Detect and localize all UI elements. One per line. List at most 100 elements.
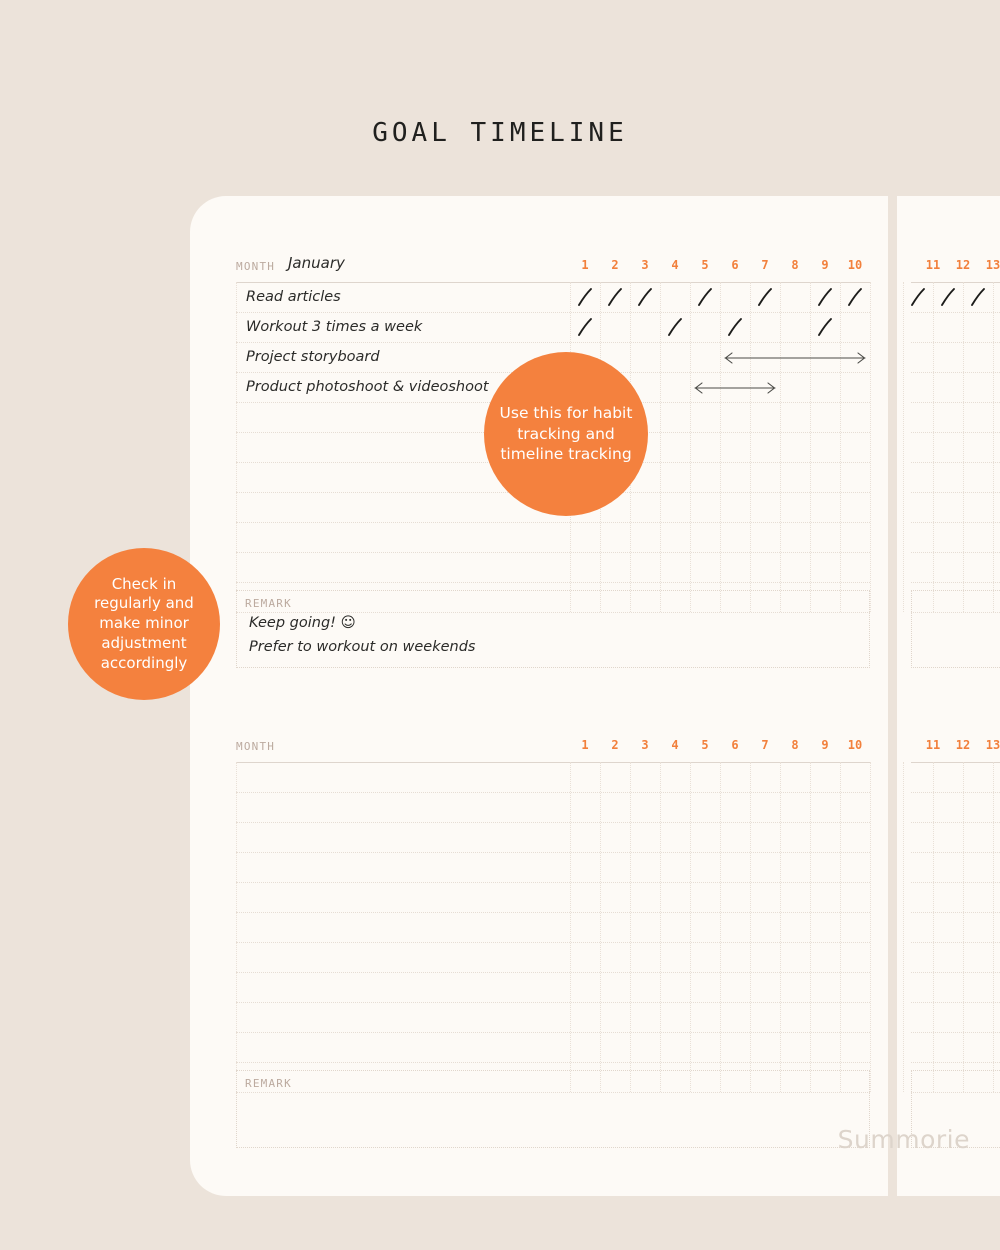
habit-tick-mark[interactable] xyxy=(606,286,624,308)
row-separator xyxy=(236,552,870,553)
column-separator xyxy=(993,762,994,1092)
day-number: 6 xyxy=(731,738,739,752)
row-separator xyxy=(911,972,1000,973)
row-separator xyxy=(911,1002,1000,1003)
column-separator xyxy=(933,762,934,1092)
column-separator xyxy=(630,762,631,1092)
habit-tick-mark[interactable] xyxy=(696,286,714,308)
brand-watermark: Summorie xyxy=(837,1125,970,1154)
row-separator xyxy=(911,942,1000,943)
day-number: 5 xyxy=(701,738,709,752)
row-separator xyxy=(911,1062,1000,1063)
header-rule-right-upper xyxy=(911,282,1000,283)
column-separator xyxy=(690,762,691,1092)
habit-tick-mark[interactable] xyxy=(726,316,744,338)
day-number: 11 xyxy=(925,258,941,272)
habit-tick-mark[interactable] xyxy=(816,286,834,308)
day-number: 3 xyxy=(641,258,649,272)
name-column-left-border xyxy=(236,762,237,1092)
column-separator xyxy=(750,282,751,612)
row-separator xyxy=(911,522,1000,523)
callout-bubble-checkin: Check in regularly and make minor adjust… xyxy=(68,548,220,700)
row-separator xyxy=(911,462,1000,463)
row-separator xyxy=(911,882,1000,883)
day-number: 4 xyxy=(671,258,679,272)
row-separator xyxy=(911,582,1000,583)
day-number: 1 xyxy=(581,738,589,752)
column-separator xyxy=(690,282,691,612)
row-separator xyxy=(911,372,1000,373)
callout-bubble-checkin-text: Check in regularly and make minor adjust… xyxy=(94,574,194,672)
column-separator xyxy=(660,282,661,612)
column-separator xyxy=(933,282,934,612)
day-number: 2 xyxy=(611,258,619,272)
row-separator xyxy=(236,312,870,313)
row-separator xyxy=(236,342,870,343)
habit-tick-mark[interactable] xyxy=(939,286,957,308)
month-value-upper[interactable]: January xyxy=(288,254,345,272)
column-separator xyxy=(903,282,904,612)
day-number: 8 xyxy=(791,258,799,272)
remark-line[interactable]: Keep going! ☺ xyxy=(249,615,356,631)
remark-box-lower[interactable]: REMARK xyxy=(236,1070,870,1148)
task-name[interactable]: Read articles xyxy=(246,289,341,305)
column-separator xyxy=(870,762,871,1092)
column-separator xyxy=(780,762,781,1092)
column-separator xyxy=(750,762,751,1092)
row-separator xyxy=(911,432,1000,433)
day-number: 13 xyxy=(985,738,1000,752)
month-label-upper: MONTH xyxy=(236,260,276,273)
row-separator xyxy=(236,972,870,973)
timeline-range-arrow[interactable] xyxy=(724,351,866,365)
habit-tick-mark[interactable] xyxy=(576,316,594,338)
remark-box-upper[interactable]: REMARK Keep going! ☺ Prefer to workout on … xyxy=(236,590,870,668)
day-number: 7 xyxy=(761,258,769,272)
habit-tick-mark[interactable] xyxy=(756,286,774,308)
column-separator xyxy=(600,762,601,1092)
row-separator xyxy=(236,912,870,913)
task-name[interactable]: Workout 3 times a week xyxy=(246,319,422,335)
row-separator xyxy=(911,1032,1000,1033)
month-label-lower: MONTH xyxy=(236,740,276,753)
day-number: 11 xyxy=(925,738,941,752)
day-number: 1 xyxy=(581,258,589,272)
column-separator xyxy=(570,762,571,1092)
name-column-left-border xyxy=(236,282,237,612)
callout-bubble-habit: Use this for habit tracking and timeline… xyxy=(484,352,648,516)
habit-tick-mark[interactable] xyxy=(909,286,927,308)
habit-tick-mark[interactable] xyxy=(666,316,684,338)
row-separator xyxy=(236,822,870,823)
day-number: 9 xyxy=(821,258,829,272)
notebook-page-right xyxy=(897,196,1000,1196)
column-separator xyxy=(870,282,871,612)
row-separator xyxy=(911,492,1000,493)
day-numbers-left-lower: 1 2 3 4 5 6 7 8 9 10 xyxy=(570,738,870,758)
timeline-range-arrow[interactable] xyxy=(694,381,776,395)
column-separator xyxy=(993,282,994,612)
row-separator xyxy=(911,552,1000,553)
row-separator xyxy=(911,822,1000,823)
row-separator xyxy=(911,312,1000,313)
day-number: 10 xyxy=(847,258,863,272)
notebook-sheet: MONTH January 1 2 3 4 5 6 7 8 9 10 11 12 13 Read articl… xyxy=(190,196,1000,1196)
column-separator xyxy=(840,282,841,612)
habit-tick-mark[interactable] xyxy=(816,316,834,338)
day-number: 4 xyxy=(671,738,679,752)
row-separator xyxy=(911,402,1000,403)
task-name[interactable]: Project storyboard xyxy=(246,349,380,365)
task-name[interactable]: Product photoshoot & videoshoot xyxy=(246,379,489,395)
row-separator xyxy=(236,1002,870,1003)
habit-tick-mark[interactable] xyxy=(636,286,654,308)
habit-tick-mark[interactable] xyxy=(846,286,864,308)
remark-box-right-upper xyxy=(911,590,1000,668)
day-number: 12 xyxy=(955,258,971,272)
day-number: 7 xyxy=(761,738,769,752)
header-rule-left-lower xyxy=(236,762,870,763)
habit-tick-mark[interactable] xyxy=(969,286,987,308)
row-separator xyxy=(236,1062,870,1063)
row-separator xyxy=(911,852,1000,853)
column-separator xyxy=(810,282,811,612)
day-number: 13 xyxy=(985,258,1000,272)
remark-line[interactable]: Prefer to workout on weekends xyxy=(249,639,475,655)
habit-tick-mark[interactable] xyxy=(576,286,594,308)
